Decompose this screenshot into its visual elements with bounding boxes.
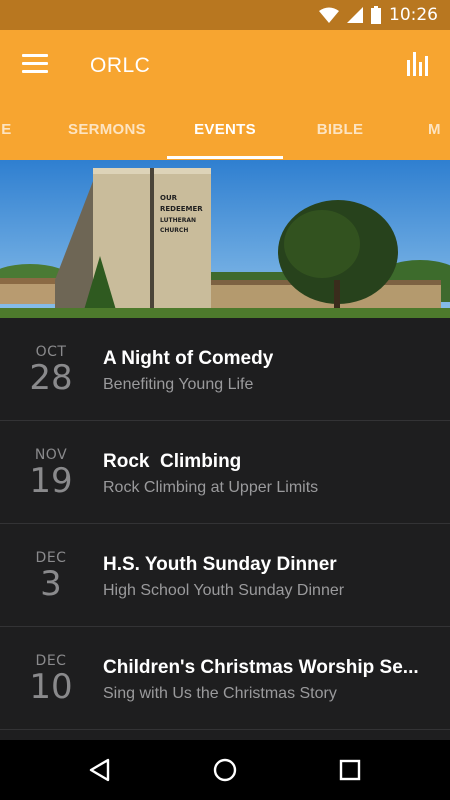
tab-more[interactable]: M <box>428 100 450 160</box>
sign-line-1: OUR <box>160 194 178 202</box>
status-bar: 10:26 <box>0 0 450 30</box>
church-banner-image: OUR REDEEMER LUTHERAN CHURCH <box>0 160 450 318</box>
tab-indicator <box>167 156 283 159</box>
event-row[interactable]: DEC 10 Children's Christmas Worship Se..… <box>0 627 450 730</box>
event-title: Children's Christmas Worship Se... <box>103 657 419 678</box>
recents-icon[interactable] <box>334 754 366 786</box>
sign-line-2: REDEEMER <box>160 205 203 213</box>
event-row[interactable]: NOV 19 Rock Climbing Rock Climbing at Up… <box>0 421 450 524</box>
tab-home[interactable]: ME <box>0 100 20 160</box>
app-title: ORLC <box>90 54 151 77</box>
event-day: 19 <box>29 461 73 501</box>
event-subtitle: Sing with Us the Christmas Story <box>103 685 337 702</box>
tab-bar: ME SERMONS EVENTS BIBLE M <box>0 100 450 160</box>
event-title: A Night of Comedy <box>103 348 274 369</box>
tab-bible[interactable]: BIBLE <box>290 100 390 160</box>
sign-line-3: LUTHERAN <box>160 217 196 224</box>
system-nav-bar <box>0 740 450 800</box>
bar-chart-icon[interactable] <box>406 50 432 78</box>
status-time: 10:26 <box>389 5 438 25</box>
events-list: OCT 28 A Night of Comedy Benefiting Youn… <box>0 318 450 730</box>
event-title: H.S. Youth Sunday Dinner <box>103 554 337 575</box>
app-bar: ORLC ME SERMONS EVENTS BIBLE M <box>0 30 450 160</box>
tab-events[interactable]: EVENTS <box>167 100 283 160</box>
battery-icon <box>371 6 381 24</box>
event-subtitle: Rock Climbing at Upper Limits <box>103 479 319 496</box>
event-day: 28 <box>29 358 73 398</box>
event-day: 10 <box>29 667 73 707</box>
back-icon[interactable] <box>84 754 116 786</box>
event-subtitle: Benefiting Young Life <box>103 376 254 393</box>
event-row[interactable]: DEC 3 H.S. Youth Sunday Dinner High Scho… <box>0 524 450 627</box>
event-subtitle: High School Youth Sunday Dinner <box>103 582 345 599</box>
tab-sermons[interactable]: SERMONS <box>52 100 162 160</box>
menu-icon[interactable] <box>22 54 48 76</box>
wifi-icon <box>319 7 339 23</box>
event-day: 3 <box>40 564 62 604</box>
signal-icon <box>347 7 363 23</box>
sign-line-4: CHURCH <box>160 227 188 234</box>
event-row[interactable]: OCT 28 A Night of Comedy Benefiting Youn… <box>0 318 450 421</box>
home-icon[interactable] <box>209 754 241 786</box>
event-title: Rock Climbing <box>103 451 242 472</box>
